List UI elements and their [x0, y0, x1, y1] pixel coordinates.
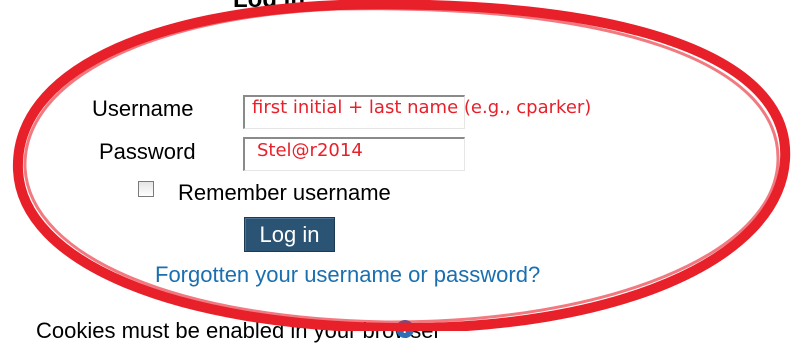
password-label: Password	[99, 139, 196, 164]
forgot-password-link[interactable]: Forgotten your username or password?	[155, 262, 540, 288]
username-hint-annotation: first initial + last name (e.g., cparker…	[252, 97, 592, 118]
remember-username-checkbox[interactable]	[138, 181, 154, 197]
password-hint-annotation: Stel@r2014	[257, 140, 363, 161]
login-button[interactable]: Log in	[244, 217, 335, 252]
cookies-notice: Cookies must be enabled in your browser	[36, 318, 441, 343]
page-title: Log in	[233, 0, 305, 14]
remember-username-label[interactable]: Remember username	[178, 180, 391, 206]
username-label: Username	[92, 96, 194, 121]
help-icon[interactable]: ?	[396, 320, 414, 338]
